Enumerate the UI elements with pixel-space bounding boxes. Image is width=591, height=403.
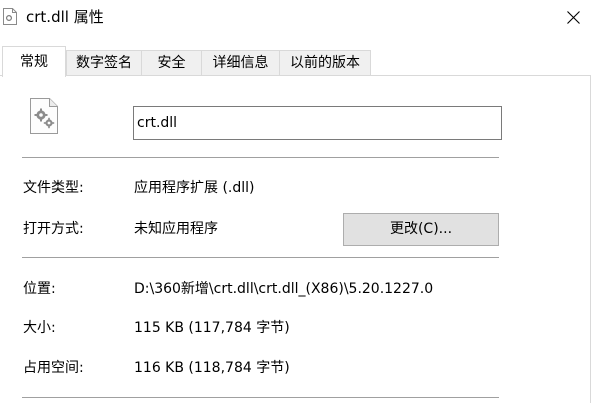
- tab-strip: 常规 数字签名 安全 详细信息 以前的版本: [0, 46, 591, 77]
- file-type-value: 应用程序扩展 (.dll): [134, 180, 255, 196]
- window-title: crt.dll 属性: [26, 8, 104, 26]
- size-value: 115 KB (117,784 字节): [134, 320, 290, 336]
- close-button[interactable]: [556, 0, 591, 34]
- tab-general[interactable]: 常规: [2, 46, 66, 77]
- title-bar: crt.dll 属性: [0, 0, 591, 36]
- divider: [22, 397, 499, 398]
- size-on-disk-label: 占用空间:: [23, 360, 84, 376]
- tab-security[interactable]: 安全: [141, 50, 202, 76]
- location-label: 位置:: [23, 281, 56, 297]
- divider: [22, 157, 499, 158]
- gear-file-icon: [30, 98, 58, 134]
- file-type-label: 文件类型:: [23, 180, 84, 196]
- change-button[interactable]: 更改(C)...: [343, 213, 499, 246]
- tab-digital-signatures[interactable]: 数字签名: [66, 50, 142, 76]
- close-icon: [567, 10, 580, 24]
- size-label: 大小:: [23, 320, 56, 336]
- size-on-disk-value: 116 KB (118,784 字节): [134, 360, 290, 376]
- tab-previous-versions[interactable]: 以前的版本: [279, 50, 371, 76]
- tab-details[interactable]: 详细信息: [201, 50, 280, 76]
- open-with-value: 未知应用程序: [134, 221, 218, 237]
- divider: [22, 257, 499, 258]
- location-value: D:\360新增\crt.dll\crt.dll_(X86)\5.20.1227…: [134, 281, 434, 297]
- document-icon: [3, 8, 17, 25]
- open-with-label: 打开方式:: [23, 221, 84, 237]
- file-name-input[interactable]: [133, 106, 502, 140]
